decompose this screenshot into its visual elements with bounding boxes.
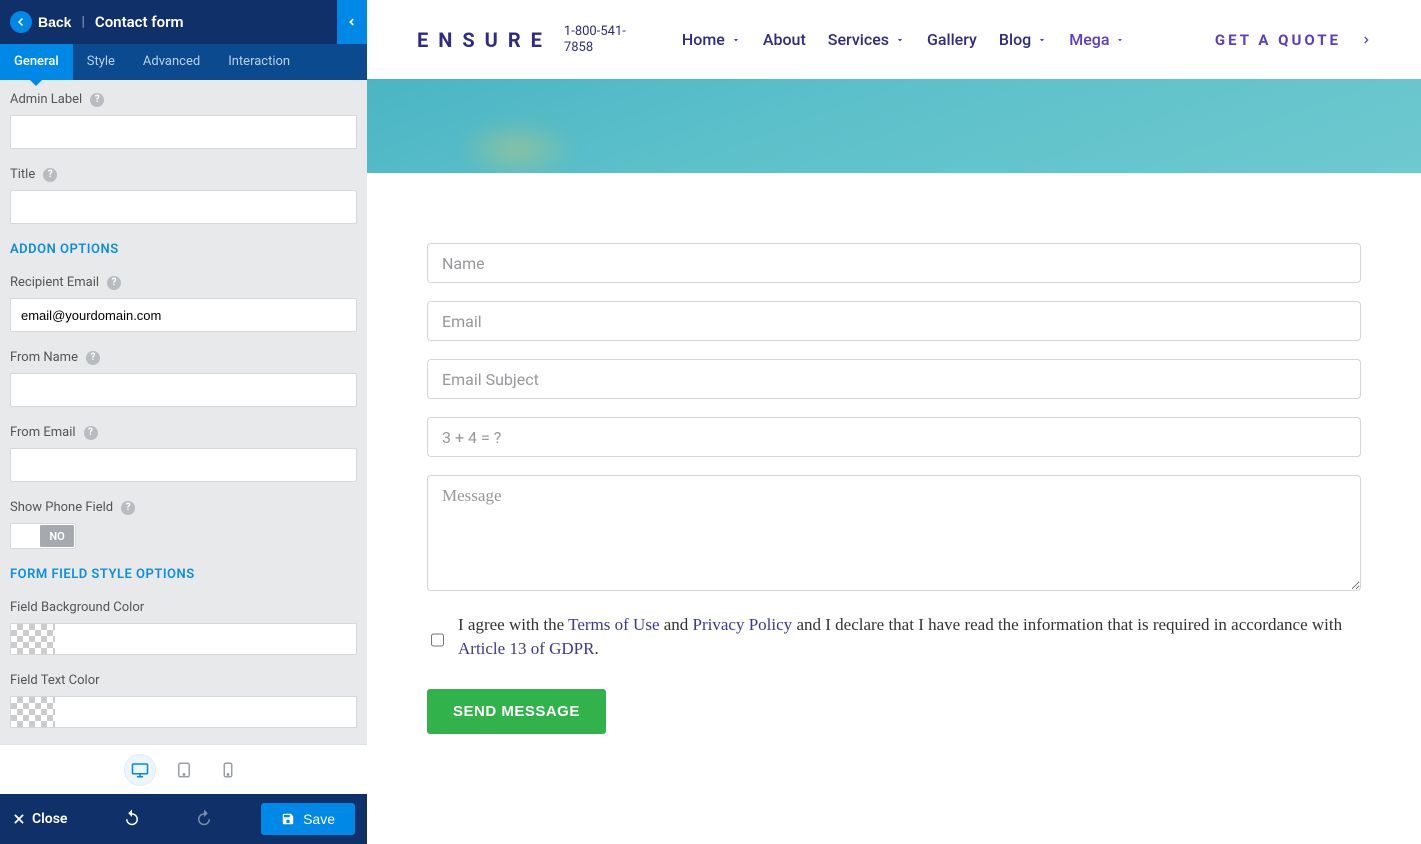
redo-icon [195, 808, 213, 826]
consent-row: I agree with the Terms of Use and Privac… [427, 613, 1361, 661]
bg-color-label: Field Background Color [10, 600, 144, 615]
from-email-label: From Email [10, 425, 76, 440]
site-phone: 1-800-541-7858 [564, 24, 644, 55]
consent-text: I agree with the Terms of Use and Privac… [452, 613, 1361, 661]
device-desktop-button[interactable] [125, 755, 155, 785]
text-color-input[interactable] [10, 696, 357, 728]
device-tablet-button[interactable] [169, 755, 199, 785]
subject-field[interactable] [427, 359, 1361, 399]
editor-tabs: General Style Advanced Interaction [0, 44, 367, 80]
tab-advanced[interactable]: Advanced [129, 44, 214, 80]
help-icon[interactable]: ? [86, 351, 100, 365]
nav-label: Blog [999, 30, 1031, 49]
nav-blog[interactable]: Blog [999, 30, 1047, 49]
from-email-input[interactable] [10, 448, 357, 482]
site-nav: Home About Services Gallery Blog Mega [682, 30, 1126, 49]
editor-title: Contact form [95, 13, 184, 31]
help-icon[interactable]: ? [121, 501, 135, 515]
nav-label: Mega [1069, 30, 1109, 49]
tab-general[interactable]: General [0, 44, 73, 80]
chevron-right-icon [1361, 35, 1371, 45]
nav-about[interactable]: About [763, 30, 806, 49]
back-arrow-icon [10, 11, 32, 33]
chevron-down-icon [731, 35, 741, 45]
admin-label-label: Admin Label [10, 92, 82, 107]
panel-scroll-area[interactable]: Admin Label? Title? ADDON OPTIONS Recipi… [0, 80, 367, 744]
device-mobile-button[interactable] [213, 755, 243, 785]
captcha-field[interactable] [427, 417, 1361, 457]
admin-label-input[interactable] [10, 115, 357, 149]
from-name-input[interactable] [10, 373, 357, 407]
header-separator: | [81, 14, 84, 30]
message-field[interactable] [427, 475, 1361, 591]
help-icon[interactable]: ? [43, 168, 57, 182]
nav-label: Services [828, 30, 889, 49]
title-input[interactable] [10, 190, 357, 224]
cta-label: GET A QUOTE [1215, 31, 1341, 49]
close-button[interactable]: Close [12, 811, 67, 827]
title-label: Title [10, 167, 35, 182]
recipient-email-input[interactable] [10, 298, 357, 332]
email-field[interactable] [427, 301, 1361, 341]
nav-label: Home [682, 30, 725, 49]
section-form-field-style: FORM FIELD STYLE OPTIONS [10, 567, 357, 582]
editor-sidebar: Back | Contact form General Style Advanc… [0, 0, 367, 844]
send-message-button[interactable]: SEND MESSAGE [427, 689, 606, 734]
close-icon [12, 812, 26, 826]
nav-gallery[interactable]: Gallery [927, 30, 977, 49]
nav-home[interactable]: Home [682, 30, 741, 49]
save-label: Save [303, 811, 335, 827]
nav-label: Gallery [927, 30, 977, 49]
nav-services[interactable]: Services [828, 30, 905, 49]
redo-button[interactable] [195, 808, 213, 830]
help-icon[interactable]: ? [84, 426, 98, 440]
bg-color-input[interactable] [10, 623, 357, 655]
sidebar-footer: Close Save [0, 794, 367, 844]
gdpr-link[interactable]: Article 13 of GDPR [458, 639, 594, 658]
nav-label: About [763, 30, 806, 49]
toggle-no-label: NO [40, 525, 74, 547]
terms-link[interactable]: Terms of Use [568, 615, 659, 634]
device-preview-bar [0, 744, 367, 794]
undo-button[interactable] [123, 808, 141, 830]
privacy-link[interactable]: Privacy Policy [693, 615, 793, 634]
contact-form: I agree with the Terms of Use and Privac… [367, 173, 1421, 794]
from-name-label: From Name [10, 350, 78, 365]
consent-checkbox[interactable] [431, 619, 444, 661]
chevron-down-icon [1037, 35, 1047, 45]
nav-mega[interactable]: Mega [1069, 30, 1125, 49]
show-phone-label: Show Phone Field [10, 500, 113, 515]
show-phone-toggle[interactable]: NO [10, 523, 76, 549]
help-icon[interactable]: ? [90, 93, 104, 107]
checker-icon [11, 697, 55, 727]
site-logo[interactable]: ENSURE [417, 28, 552, 52]
chevron-down-icon [1115, 35, 1125, 45]
collapse-sidebar-button[interactable] [337, 0, 367, 44]
close-label: Close [32, 811, 67, 827]
save-button[interactable]: Save [261, 803, 355, 835]
recipient-email-label: Recipient Email [10, 275, 99, 290]
chevron-down-icon [895, 35, 905, 45]
site-header: ENSURE 1-800-541-7858 Home About Service… [367, 0, 1421, 79]
save-icon [281, 812, 295, 826]
hero-banner [367, 79, 1421, 173]
undo-icon [123, 808, 141, 826]
tab-interaction[interactable]: Interaction [214, 44, 304, 80]
section-addon-options: ADDON OPTIONS [10, 242, 357, 257]
tab-style[interactable]: Style [73, 44, 129, 80]
name-field[interactable] [427, 243, 1361, 283]
preview-canvas[interactable]: ENSURE 1-800-541-7858 Home About Service… [367, 0, 1421, 844]
back-label: Back [38, 14, 71, 30]
get-quote-button[interactable]: GET A QUOTE [1215, 31, 1371, 49]
text-color-label: Field Text Color [10, 673, 100, 688]
help-icon[interactable]: ? [107, 276, 121, 290]
sidebar-header: Back | Contact form [0, 0, 367, 44]
back-button[interactable]: Back [10, 11, 71, 33]
checker-icon [11, 624, 55, 654]
